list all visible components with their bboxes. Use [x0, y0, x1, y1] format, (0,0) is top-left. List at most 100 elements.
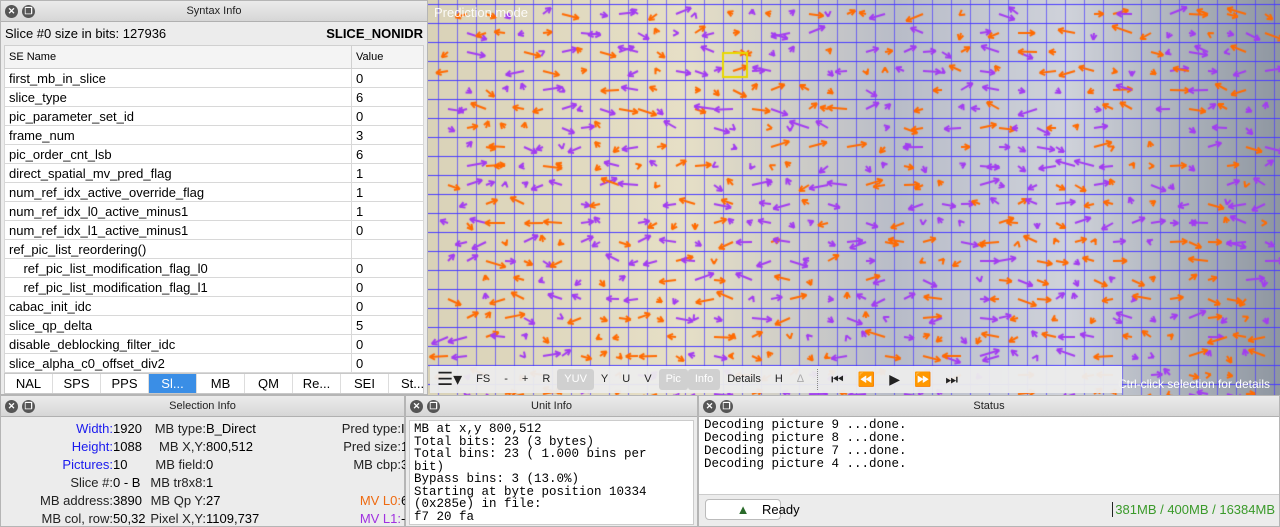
- field-value: B_Direct: [206, 421, 256, 436]
- table-row[interactable]: ref_pic_list_modification_flag_l1 0: [4, 277, 424, 297]
- selection-field: Pred type:Inter: [271, 421, 427, 436]
- toolbar-button-0[interactable]: FS: [469, 369, 497, 390]
- se-value: 1: [351, 163, 424, 183]
- tab-2[interactable]: PPS: [101, 374, 149, 393]
- status-titlebar: ✕ ❐ Status: [699, 396, 1279, 417]
- table-row[interactable]: num_ref_idx_l0_active_minus1 1: [4, 201, 424, 221]
- toolbar-button-8[interactable]: Pic: [658, 369, 688, 390]
- slice-type: SLICE_NONIDR: [326, 26, 423, 41]
- table-row[interactable]: slice_qp_delta 5: [4, 315, 424, 335]
- se-name: num_ref_idx_l1_active_minus1: [4, 220, 352, 240]
- status-ready: Ready: [762, 502, 800, 517]
- table-row[interactable]: disable_deblocking_filter_idc 0: [4, 334, 424, 354]
- field-value: 1109,737: [206, 511, 260, 526]
- float-icon[interactable]: ❐: [22, 400, 35, 413]
- field-label: MV L0:: [359, 493, 401, 508]
- toolbar-button-9[interactable]: Info: [687, 369, 721, 390]
- table-row[interactable]: direct_spatial_mv_pred_flag 1: [4, 163, 424, 183]
- se-name: ref_pic_list_modification_flag_l0: [4, 258, 352, 278]
- close-icon[interactable]: ✕: [5, 400, 18, 413]
- video-view[interactable]: Prediction mode Ctrl-click selection for…: [428, 0, 1280, 395]
- selection-field: MB type:B_Direct: [131, 421, 256, 436]
- tab-0[interactable]: NAL: [5, 374, 53, 393]
- play-icon[interactable]: ▶: [882, 369, 907, 390]
- close-icon[interactable]: ✕: [5, 5, 18, 18]
- table-row[interactable]: frame_num 3: [4, 125, 424, 145]
- float-icon[interactable]: ❐: [720, 400, 733, 413]
- tab-4[interactable]: MB: [197, 374, 245, 393]
- column-header[interactable]: Value: [351, 45, 424, 69]
- se-name: slice_alpha_c0_offset_div2: [4, 353, 352, 373]
- se-value: 0: [351, 296, 424, 316]
- table-row[interactable]: pic_parameter_set_id 0: [4, 106, 424, 126]
- slice-info: Slice #0 size in bits: 127936 SLICE_NONI…: [1, 22, 427, 45]
- se-value: 6: [351, 87, 424, 107]
- toolbar-button-11[interactable]: H: [768, 369, 790, 390]
- se-value: 0: [351, 353, 424, 373]
- video-toolbar: ☰▾ FS - + R YUV Y U V Pic Info Details H Δ ⏮ ⏪ ▶ ⏩ ⏭: [430, 366, 1122, 393]
- toolbar-button-6[interactable]: U: [615, 369, 637, 390]
- se-value: 1: [351, 201, 424, 221]
- toolbar-button-4[interactable]: YUV: [557, 369, 594, 390]
- se-name: pic_parameter_set_id: [4, 106, 352, 126]
- column-header[interactable]: SE Name: [4, 45, 352, 69]
- table-row[interactable]: cabac_init_idc 0: [4, 296, 424, 316]
- field-label: MB col, row:: [41, 511, 113, 526]
- close-icon[interactable]: ✕: [410, 400, 423, 413]
- unit-info-titlebar: ✕ ❐ Unit Info: [406, 396, 697, 417]
- tab-1[interactable]: SPS: [53, 374, 101, 393]
- table-row[interactable]: num_ref_idx_active_override_flag 1: [4, 182, 424, 202]
- se-value: 6: [351, 144, 424, 164]
- slice-size: Slice #0 size in bits: 127936: [5, 26, 167, 41]
- selection-field: Width:1920: [1, 421, 142, 436]
- motion-vector-overlay[interactable]: [428, 0, 1280, 395]
- toolbar-button-1[interactable]: -: [497, 369, 515, 390]
- tab-3[interactable]: Sl...: [149, 374, 197, 393]
- toolbar-button-7[interactable]: V: [637, 369, 658, 390]
- se-name: num_ref_idx_active_override_flag: [4, 182, 352, 202]
- field-label: MB Qp Y:: [150, 493, 206, 508]
- se-value: 0: [351, 334, 424, 354]
- se-name: direct_spatial_mv_pred_flag: [4, 163, 352, 183]
- tab-5[interactable]: QM: [245, 374, 293, 393]
- toolbar-button-5[interactable]: Y: [594, 369, 615, 390]
- selection-field: Pictures:10: [1, 457, 127, 472]
- last-frame-icon[interactable]: ⏭: [938, 369, 965, 390]
- toolbar-button-2[interactable]: +: [515, 369, 535, 390]
- se-value: 0: [351, 220, 424, 240]
- se-name: slice_type: [4, 87, 352, 107]
- unit-info-text: MB at x,y 800,512 Total bits: 23 (3 byte…: [409, 420, 694, 525]
- tab-7[interactable]: SEI: [341, 374, 389, 393]
- float-icon[interactable]: ❐: [427, 400, 440, 413]
- toolbar-button-12[interactable]: Δ: [790, 369, 811, 390]
- status-log: Decoding picture 9 ...done. Decoding pic…: [699, 417, 1279, 495]
- toolbar-button-3[interactable]: R: [535, 369, 557, 390]
- selection-field: Height:1088: [1, 439, 142, 454]
- table-row[interactable]: ref_pic_list_reordering(): [4, 239, 424, 259]
- float-icon[interactable]: ❐: [22, 5, 35, 18]
- rewind-icon[interactable]: ⏪: [851, 369, 882, 390]
- field-label: MV L1:: [359, 511, 401, 526]
- table-row[interactable]: pic_order_cnt_lsb 6: [4, 144, 424, 164]
- field-label: MB tr8x8:: [150, 475, 206, 490]
- tab-6[interactable]: Re...: [293, 374, 341, 393]
- first-frame-icon[interactable]: ⏮: [824, 369, 851, 390]
- close-icon[interactable]: ✕: [703, 400, 716, 413]
- divider: [817, 369, 819, 390]
- memory-usage: 381MB / 400MB / 16384MB: [1112, 502, 1275, 517]
- field-value: 0: [206, 457, 214, 472]
- selection-field: MB col, row:50,32: [1, 511, 145, 526]
- fast-forward-icon[interactable]: ⏩: [907, 369, 938, 390]
- table-row[interactable]: slice_type 6: [4, 87, 424, 107]
- table-row[interactable]: slice_alpha_c0_offset_div2 0: [4, 353, 424, 373]
- selection-field: MB Qp Y:27: [131, 493, 221, 508]
- se-name: num_ref_idx_l0_active_minus1: [4, 201, 352, 221]
- se-value: 3: [351, 125, 424, 145]
- table-row[interactable]: num_ref_idx_l1_active_minus1 0: [4, 220, 424, 240]
- table-row[interactable]: ref_pic_list_modification_flag_l0 0: [4, 258, 424, 278]
- syntax-info-titlebar: ✕ ❐ Syntax Info: [1, 1, 427, 22]
- hamburger-icon[interactable]: ☰▾: [430, 369, 469, 390]
- toolbar-button-10[interactable]: Details: [720, 369, 768, 390]
- selection-info-panel: ✕ ❐ Selection Info Width:1920 Height:1088…: [0, 395, 460, 527]
- table-row[interactable]: first_mb_in_slice 0: [4, 68, 424, 88]
